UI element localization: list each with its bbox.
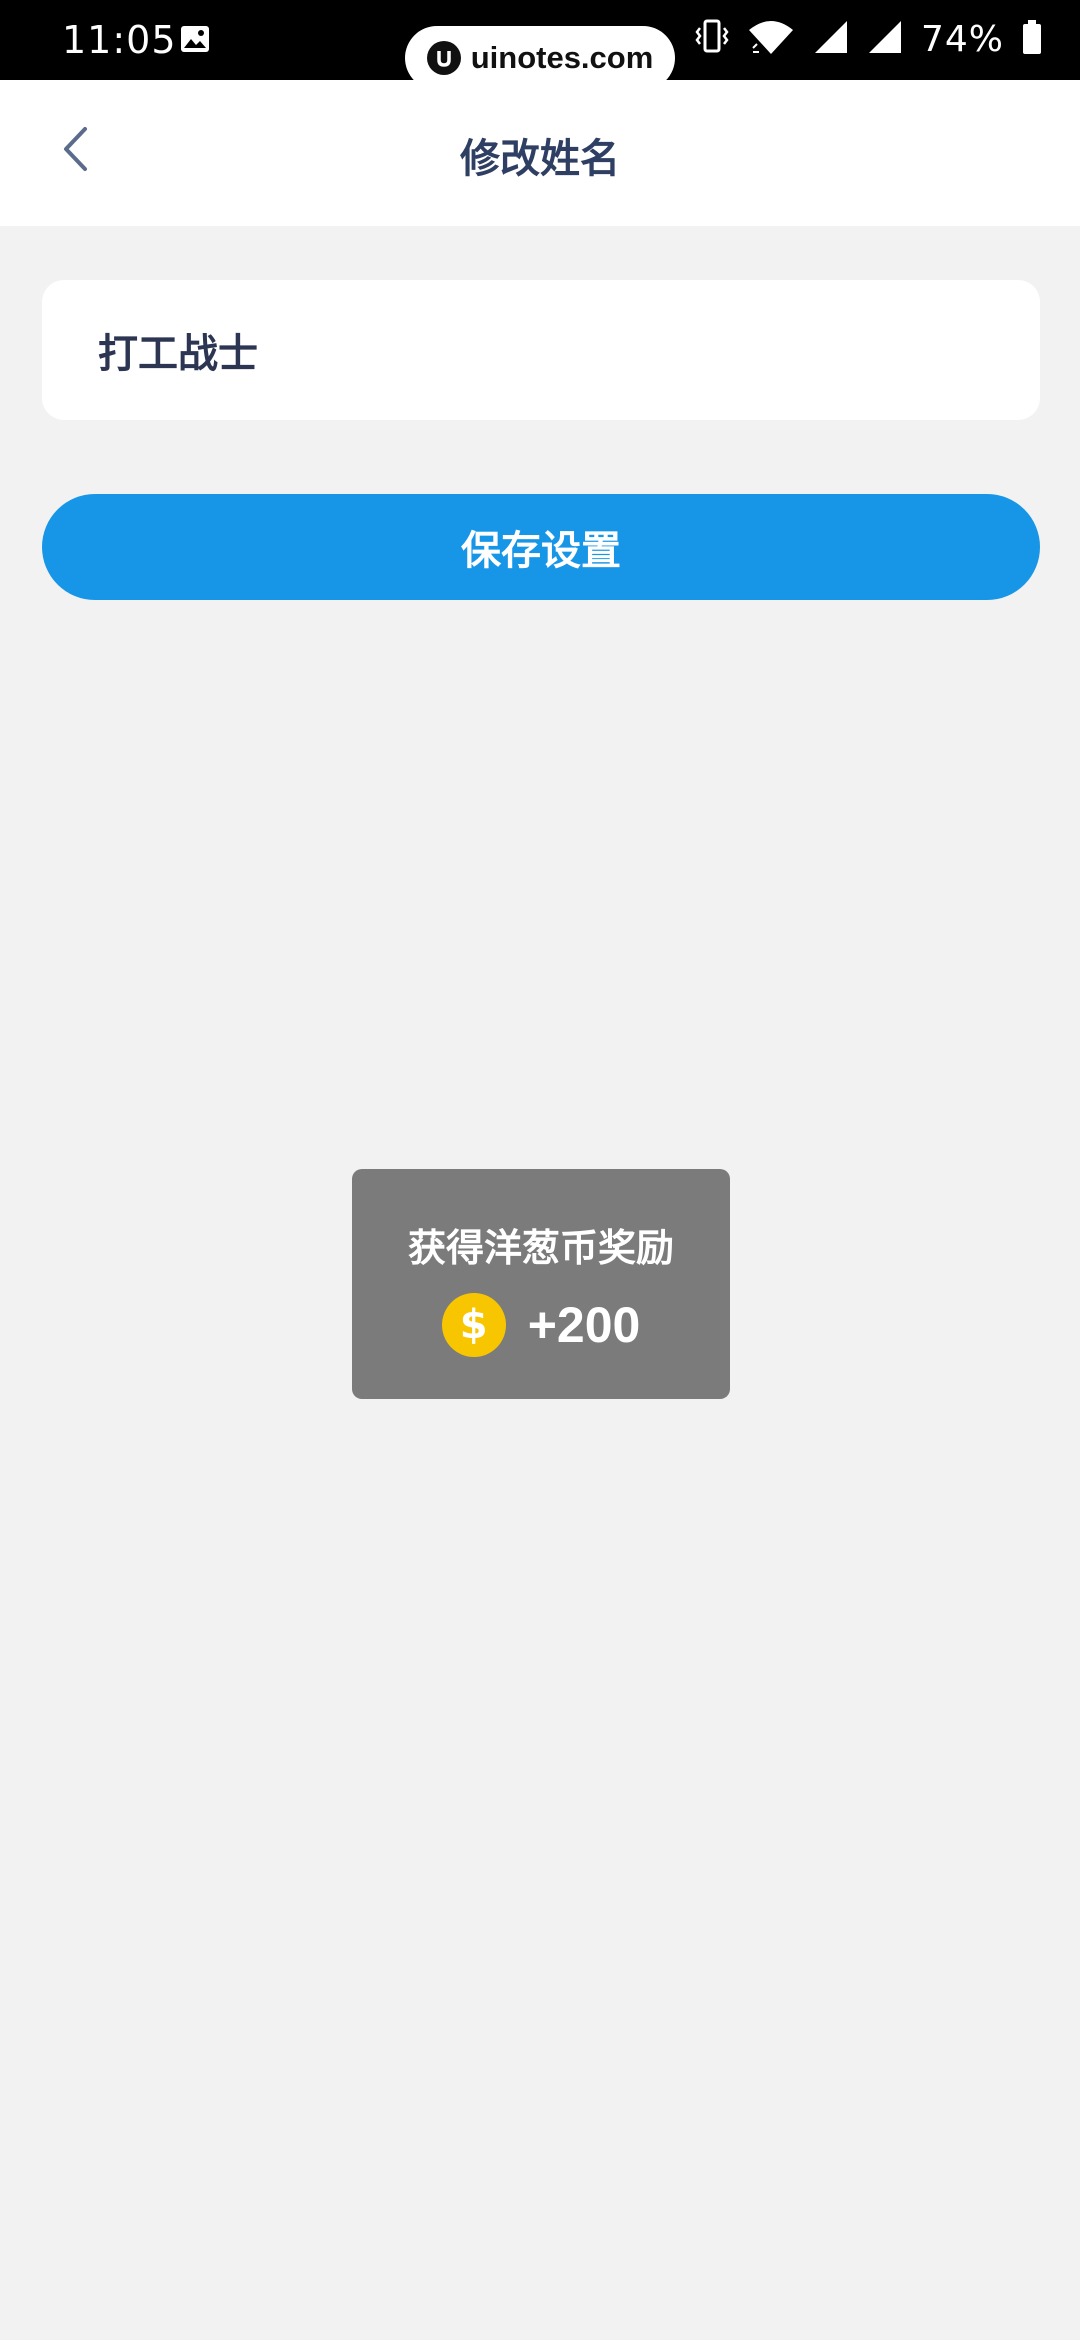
reward-toast: 获得洋葱币奖励 $ +200 bbox=[352, 1169, 730, 1399]
status-right: 74% bbox=[695, 18, 1042, 60]
toast-reward: $ +200 bbox=[352, 1293, 730, 1357]
coin-icon: $ bbox=[441, 1293, 506, 1357]
page-title: 修改姓名 bbox=[460, 136, 620, 182]
header: 修改姓名 bbox=[0, 80, 1080, 226]
wifi-icon bbox=[747, 18, 795, 60]
uinotes-logo-icon bbox=[426, 41, 461, 75]
vibrate-icon bbox=[695, 18, 729, 60]
signal-icon bbox=[867, 19, 903, 59]
watermark-text: uinotes.com bbox=[470, 40, 654, 75]
toast-title: 获得洋葱币奖励 bbox=[407, 1226, 674, 1270]
gallery-icon bbox=[180, 24, 210, 54]
name-input[interactable] bbox=[98, 320, 978, 380]
reward-amount: +200 bbox=[527, 1297, 641, 1353]
battery-icon bbox=[1022, 19, 1042, 59]
name-input-card bbox=[42, 280, 1040, 420]
save-settings-button[interactable]: 保存设置 bbox=[42, 494, 1040, 600]
status-time: 11:05 bbox=[62, 18, 177, 62]
signal-icon bbox=[813, 19, 849, 59]
battery-percent: 74% bbox=[920, 18, 1004, 60]
